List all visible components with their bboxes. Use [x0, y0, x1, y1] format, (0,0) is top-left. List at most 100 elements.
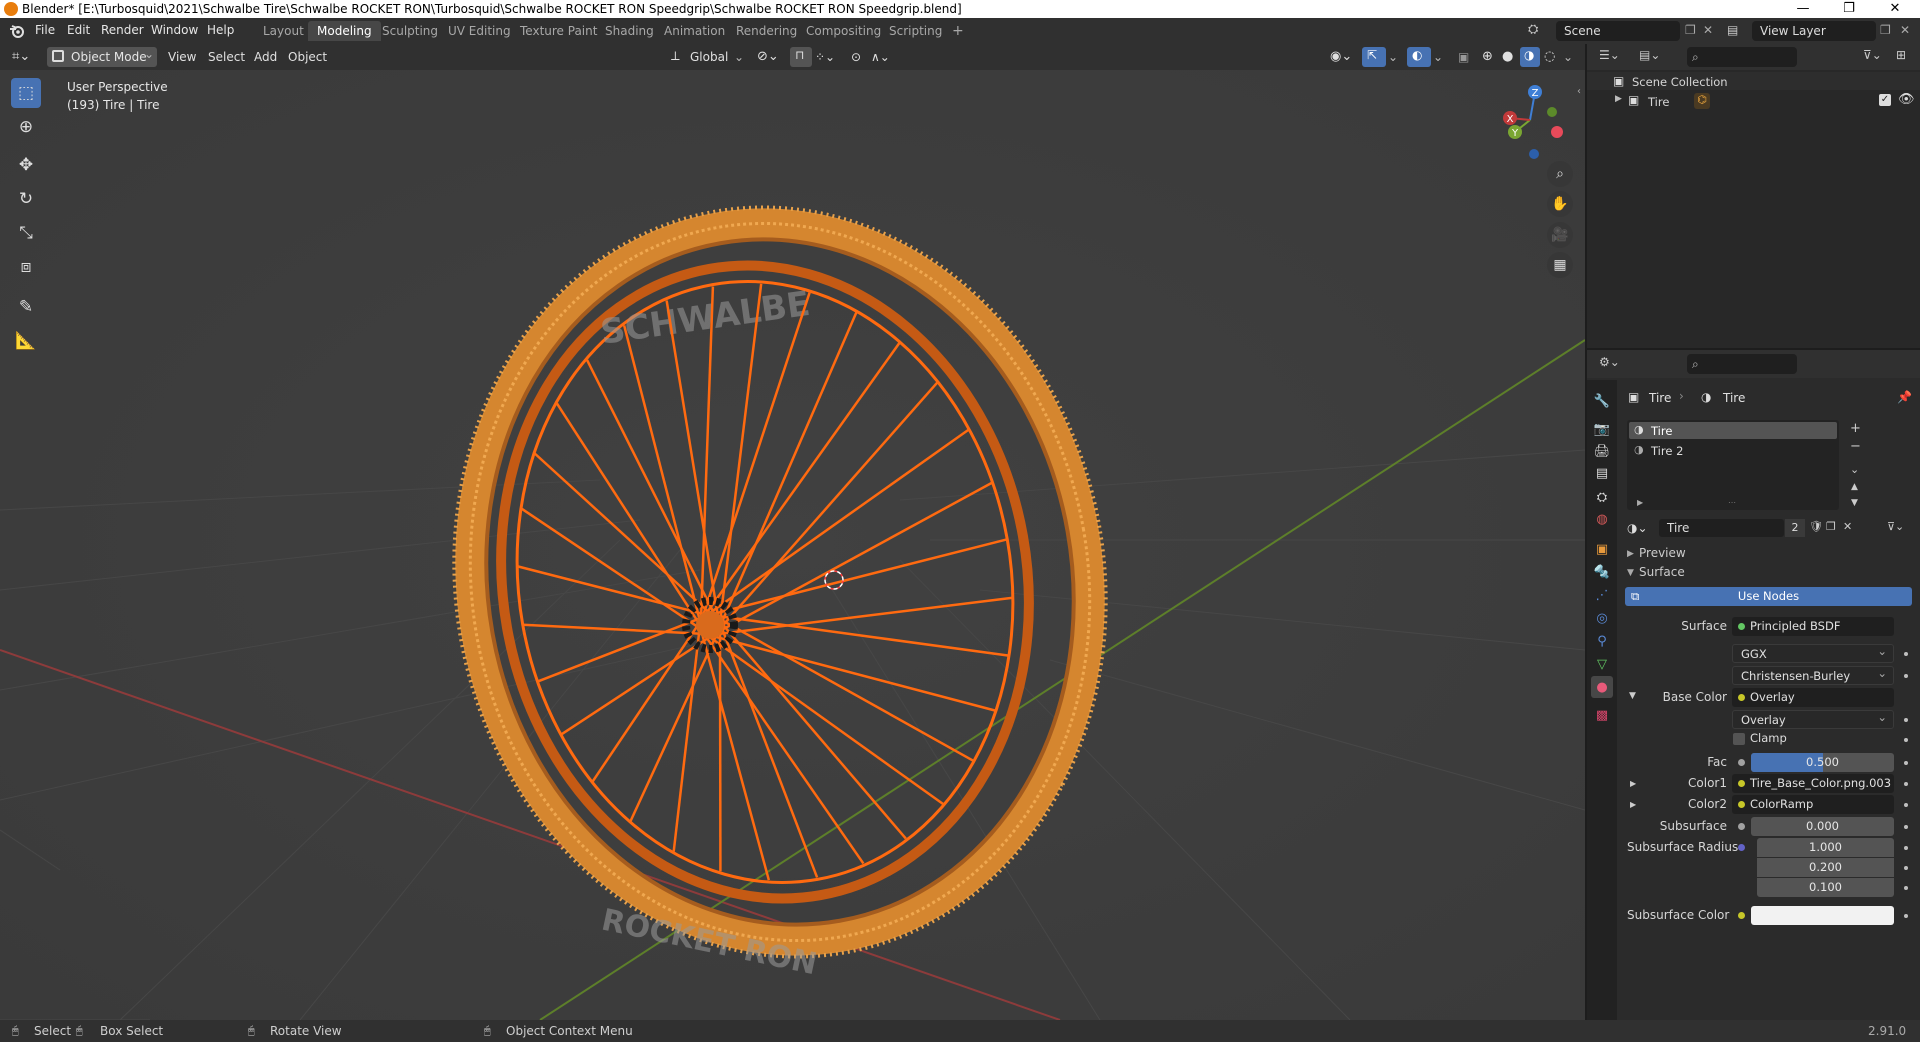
snap-toggle-icon[interactable]: ⊓ — [790, 47, 812, 67]
browse-material-icon[interactable]: ◑⌄ — [1627, 521, 1648, 535]
view-layer-field[interactable]: View Layer — [1752, 21, 1876, 41]
minimize-button[interactable]: — — [1780, 0, 1826, 18]
filter-icon[interactable]: ⊽⌄ — [1863, 48, 1882, 62]
color2-link-field[interactable]: ColorRamp — [1732, 795, 1894, 814]
subsurface-method-select[interactable]: Christensen-Burley — [1732, 664, 1894, 685]
chevron-down-icon[interactable]: ⌄ — [1563, 47, 1573, 67]
resize-handle-icon[interactable]: ⋯ — [1728, 498, 1736, 507]
render-tab-icon[interactable]: 📷 — [1591, 418, 1613, 440]
proportional-edit-icon[interactable]: ⊙ — [851, 47, 861, 67]
menu-window[interactable]: Window — [151, 23, 198, 37]
move-up-icon[interactable]: ▲ — [1851, 482, 1858, 492]
view-layer-icon[interactable]: ▤ — [1727, 23, 1738, 37]
ortho-grid-icon[interactable]: ▦ — [1547, 252, 1573, 278]
output-tab-icon[interactable]: 🖨 — [1591, 440, 1613, 462]
material-slot-2[interactable]: Tire 2 — [1651, 444, 1683, 458]
gizmo-toggle-icon[interactable]: ⇱ — [1362, 47, 1386, 67]
surface-panel-header[interactable]: Surface — [1639, 565, 1685, 579]
eye-icon[interactable]: 👁 — [1898, 92, 1915, 107]
scene-icon[interactable]: ⛭ — [1528, 22, 1546, 40]
subsurface-color-swatch[interactable] — [1751, 906, 1894, 925]
visibility-icon[interactable]: ◉⌄ — [1330, 47, 1352, 67]
keyframe-dot-icon[interactable] — [1904, 825, 1908, 829]
color1-link-field[interactable]: Tire_Base_Color.png.003 — [1732, 774, 1894, 793]
exclude-checkbox[interactable]: ✓ — [1879, 94, 1891, 106]
camera-view-icon[interactable]: 🎥 — [1547, 222, 1573, 248]
navigation-gizmo[interactable]: Z Y X — [1490, 80, 1570, 160]
distribution-select[interactable]: GGX — [1732, 642, 1894, 663]
keyframe-dot-icon[interactable] — [1904, 761, 1908, 765]
move-down-icon[interactable]: ▼ — [1851, 498, 1858, 508]
subsurface-radius-y[interactable]: 0.200 — [1757, 858, 1894, 877]
tab-layout[interactable]: Layout — [254, 21, 313, 41]
scale-tool-icon[interactable]: ⤡ — [11, 218, 41, 248]
keyframe-dot-icon[interactable] — [1904, 738, 1908, 742]
chevron-down-icon[interactable]: ⌄ — [734, 47, 744, 67]
view-layer-tab-icon[interactable]: ▤ — [1591, 462, 1613, 484]
particles-tab-icon[interactable]: ⋰ — [1591, 584, 1613, 606]
menu-help[interactable]: Help — [207, 23, 234, 37]
tab-uv-editing[interactable]: UV Editing — [439, 21, 520, 41]
add-workspace-button[interactable]: + — [943, 21, 973, 41]
tab-scripting[interactable]: Scripting — [880, 21, 951, 41]
add-slot-icon[interactable]: + — [1850, 421, 1861, 436]
move-tool-icon[interactable]: ✥ — [11, 150, 41, 180]
pivot-point-icon[interactable]: ⊘⌄ — [757, 47, 779, 67]
keyframe-dot-icon[interactable] — [1904, 886, 1908, 890]
select-menu[interactable]: Select — [208, 47, 245, 67]
keyframe-dot-icon[interactable] — [1904, 866, 1908, 870]
cursor-tool-icon[interactable]: ⊕ — [11, 112, 41, 142]
socket-dot-icon[interactable] — [1738, 844, 1745, 851]
keyframe-dot-icon[interactable] — [1904, 846, 1908, 850]
overlay-toggle-icon[interactable]: ◐ — [1407, 47, 1431, 67]
subsurface-radius-x[interactable]: 1.000 — [1757, 838, 1894, 857]
menu-render[interactable]: Render — [101, 23, 144, 37]
editor-type-icon[interactable]: ⌗⌄ — [12, 47, 30, 67]
transform-orientation-select[interactable]: Global — [690, 47, 728, 67]
modifier-tab-icon[interactable]: 🔩 — [1591, 561, 1613, 583]
remove-slot-icon[interactable]: − — [1850, 439, 1861, 454]
measure-tool-icon[interactable]: 📐 — [11, 326, 41, 356]
outliner-search-input[interactable]: ⌕ — [1687, 47, 1797, 67]
keyframe-dot-icon[interactable] — [1904, 914, 1908, 918]
clamp-checkbox[interactable] — [1733, 733, 1745, 745]
blender-menu-icon[interactable] — [9, 24, 24, 38]
new-scene-icon[interactable]: ❐ — [1685, 23, 1696, 37]
fac-slider[interactable]: 0.500 — [1751, 753, 1894, 772]
keyframe-dot-icon[interactable] — [1904, 718, 1908, 722]
unlink-material-icon[interactable]: ✕ — [1843, 520, 1852, 533]
zoom-icon[interactable]: ⌕ — [1547, 161, 1573, 187]
sidebar-toggle-icon[interactable]: ‹ — [1577, 86, 1581, 97]
blend-mode-select[interactable]: Overlay — [1732, 708, 1894, 729]
material-slot-1[interactable]: Tire — [1651, 424, 1672, 438]
3d-viewport[interactable]: SCHWALBE ROCKET RON User Perspective (19… — [0, 70, 1585, 1020]
wireframe-shading-icon[interactable]: ⊕ — [1482, 47, 1493, 67]
menu-edit[interactable]: Edit — [67, 23, 90, 37]
material-link-icon[interactable]: ⊽⌄ — [1887, 520, 1904, 533]
tab-compositing[interactable]: Compositing — [797, 21, 890, 41]
transform-tool-icon[interactable]: ⧈ — [11, 252, 41, 282]
delete-scene-icon[interactable]: ✕ — [1703, 23, 1713, 37]
delete-view-layer-icon[interactable]: ✕ — [1900, 23, 1910, 37]
falloff-icon[interactable]: ∧⌄ — [871, 47, 890, 67]
world-tab-icon[interactable]: ◍ — [1591, 508, 1613, 530]
use-nodes-button[interactable]: ⧉ Use Nodes — [1625, 587, 1912, 606]
fake-user-icon[interactable]: 🛡 — [1809, 520, 1823, 533]
texture-tab-icon[interactable]: ▩ — [1591, 704, 1613, 726]
panel-collapsed-arrow-icon[interactable]: ▶ — [1627, 549, 1634, 559]
tab-animation[interactable]: Animation — [655, 21, 734, 41]
constraints-tab-icon[interactable]: ⚲ — [1591, 630, 1613, 652]
socket-dot-icon[interactable] — [1738, 759, 1745, 766]
subsurface-slider[interactable]: 0.000 — [1751, 817, 1894, 836]
surface-shader-field[interactable]: Principled BSDF — [1732, 617, 1894, 636]
duplicate-material-icon[interactable]: ❐ — [1826, 520, 1836, 533]
tab-modeling[interactable]: Modeling — [308, 21, 381, 41]
tab-rendering[interactable]: Rendering — [727, 21, 806, 41]
base-color-link-field[interactable]: Overlay — [1732, 688, 1894, 707]
pin-icon[interactable]: 📌 — [1897, 390, 1912, 404]
pan-hand-icon[interactable]: ✋ — [1547, 191, 1573, 217]
scene-name-field[interactable]: Scene — [1556, 21, 1680, 41]
socket-dot-icon[interactable] — [1738, 912, 1745, 919]
socket-dot-icon[interactable] — [1738, 823, 1745, 830]
new-view-layer-icon[interactable]: ❐ — [1880, 23, 1891, 37]
